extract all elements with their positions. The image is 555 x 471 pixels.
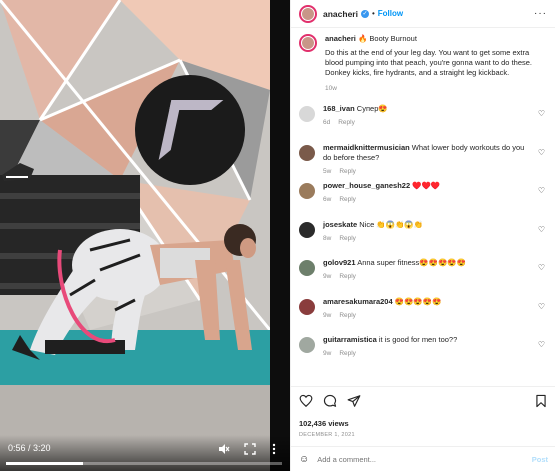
commenter-avatar[interactable] (299, 106, 315, 122)
comment-age: 9w (323, 311, 332, 319)
emoji-picker-icon[interactable]: ☺ (299, 454, 309, 465)
commenter-avatar[interactable] (299, 144, 315, 161)
mute-icon[interactable] (218, 443, 230, 455)
commenter-avatar[interactable] (299, 337, 315, 353)
background-shoe (2, 163, 34, 181)
caption-title: Booty Burnout (369, 34, 417, 43)
reply-button[interactable]: Reply (339, 168, 356, 175)
comment-like-heart-icon[interactable]: ♡ (538, 186, 545, 195)
comment-age: 9w (323, 273, 332, 280)
comment-age: 8w (323, 234, 332, 242)
video-progress-bar[interactable] (6, 462, 282, 465)
video-progress-fill (6, 462, 84, 465)
comment-row: guitarramistica it is good for men too??… (299, 335, 547, 374)
author-avatar[interactable] (299, 4, 317, 23)
comment-text: Супер😍 (356, 104, 388, 113)
commenter-avatar[interactable] (299, 298, 315, 315)
author-username[interactable]: anacheri (323, 9, 358, 19)
comment-row: power_house_ganesh22 ♥️♥️♥️ 6w Reply ♡ (299, 181, 547, 220)
reply-button[interactable]: Reply (339, 273, 356, 280)
comment-input[interactable] (317, 454, 508, 464)
reply-button[interactable]: Reply (339, 196, 356, 203)
commenter-username[interactable]: amaresakumara204 (323, 297, 393, 306)
post-details-panel: anacheri ✓ • Follow ··· anacheri 🔥 Booty… (290, 0, 555, 471)
comment-age: 5w (323, 167, 332, 175)
more-options-button[interactable]: ··· (534, 8, 547, 19)
video-letterbox (270, 0, 290, 471)
add-comment-bar: ☺ Post (291, 446, 555, 471)
comment-row: golov921 Anna super fitness😍😍😍😍😍 9w Reply ♡ (299, 258, 547, 297)
more-options-icon[interactable] (268, 443, 280, 455)
video-time: 0:56 / 3:20 (8, 443, 51, 453)
commenter-avatar[interactable] (299, 183, 315, 199)
share-icon[interactable] (347, 394, 361, 408)
post-comment-button[interactable]: Post (532, 455, 548, 464)
comment-text: 😍😍😍😍😍 (394, 296, 442, 306)
commenter-avatar[interactable] (299, 260, 315, 276)
comment-icon[interactable] (323, 394, 337, 408)
comment-like-heart-icon[interactable]: ♡ (538, 340, 545, 349)
follow-button[interactable]: Follow (378, 9, 403, 18)
caption-text: Do this at the end of your leg day. You … (325, 48, 532, 77)
comment-text: it is good for men too?? (378, 335, 458, 344)
comment-row: mermaidknittermusician What lower body w… (299, 143, 547, 182)
post-caption: anacheri 🔥 Booty Burnout Do this at the … (299, 34, 547, 94)
commenter-username[interactable]: mermaidknittermusician (323, 143, 410, 152)
caption-avatar[interactable] (299, 34, 317, 52)
fullscreen-icon[interactable] (244, 443, 256, 455)
comment-like-heart-icon[interactable]: ♡ (538, 148, 545, 157)
comment-text: ♥️♥️♥️ (412, 181, 441, 190)
view-count[interactable]: 102,436 views (299, 419, 548, 428)
comment-list: 168_ivan Супер😍 6d Reply ♡ mermaidknittermus… (299, 104, 547, 374)
reply-button[interactable]: Reply (339, 350, 356, 357)
commenter-username[interactable]: guitarramistica (323, 335, 377, 344)
caption-age: 10w (325, 85, 337, 92)
athlete-figure (12, 224, 256, 360)
comment-like-heart-icon[interactable]: ♡ (538, 109, 545, 118)
verified-badge-icon: ✓ (360, 9, 369, 18)
bookmark-icon[interactable] (534, 394, 548, 408)
commenter-username[interactable]: joseskate (323, 220, 357, 229)
reply-button[interactable]: Reply (339, 312, 356, 319)
comment-row: amaresakumara204 😍😍😍😍😍 9w Reply ♡ (299, 297, 547, 336)
reply-button[interactable]: Reply (338, 119, 355, 126)
comment-row: joseskate Nice 👏😱👏😱👏 8w Reply ♡ (299, 220, 547, 259)
comment-like-heart-icon[interactable]: ♡ (538, 225, 545, 234)
comment-text: Anna super fitness😍😍😍😍😍 (357, 258, 466, 267)
comment-like-heart-icon[interactable]: ♡ (538, 263, 545, 272)
header-separator: • (371, 9, 375, 18)
comment-text: Nice 👏😱👏😱👏 (359, 219, 424, 229)
comment-age: 6d (323, 119, 331, 126)
comment-row: 168_ivan Супер😍 6d Reply ♡ (299, 104, 547, 143)
post-header: anacheri ✓ • Follow ··· (291, 0, 555, 28)
post-date: DECEMBER 1, 2021 (299, 432, 355, 438)
commenter-avatar[interactable] (299, 221, 315, 238)
instagram-post-modal: 0:56 / 3:20 anacheri ✓ • Follow ··· anac… (0, 0, 555, 471)
comment-age: 9w (323, 350, 332, 357)
like-heart-icon[interactable] (299, 394, 313, 408)
commenter-username[interactable]: golov921 (323, 258, 356, 267)
comment-like-heart-icon[interactable]: ♡ (538, 302, 545, 311)
post-actions: 102,436 views DECEMBER 1, 2021 (291, 386, 555, 438)
comment-age: 6w (323, 196, 332, 203)
reply-button[interactable]: Reply (339, 235, 356, 242)
commenter-username[interactable]: power_house_ganesh22 (323, 181, 410, 190)
comments-feed[interactable]: anacheri 🔥 Booty Burnout Do this at the … (291, 28, 555, 384)
video-controls: 0:56 / 3:20 (0, 435, 290, 471)
video-player[interactable]: 0:56 / 3:20 (0, 0, 290, 471)
caption-username[interactable]: anacheri (325, 34, 356, 43)
fire-emoji: 🔥 (357, 34, 368, 43)
commenter-username[interactable]: 168_ivan (323, 104, 355, 113)
